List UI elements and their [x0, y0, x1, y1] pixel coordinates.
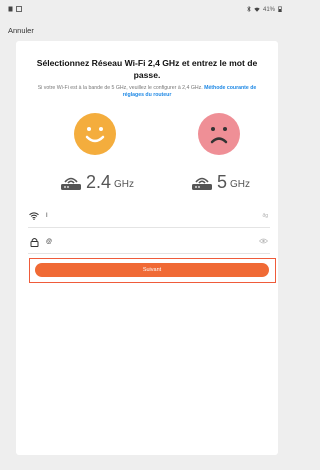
- band-24-unit: GHz: [114, 179, 135, 190]
- wifi-status-icon: [254, 7, 260, 14]
- band-5-value: 5: [217, 172, 228, 192]
- eye-icon[interactable]: [258, 238, 269, 246]
- password-field[interactable]: @: [28, 232, 269, 252]
- battery-percent: 41%: [262, 7, 275, 13]
- wifi-name-hint: ðg: [262, 213, 268, 219]
- router-icon: [190, 173, 214, 191]
- gallery-icon: [16, 6, 22, 14]
- divider: [28, 227, 270, 228]
- wifi-name-value[interactable]: I: [46, 213, 262, 219]
- bluetooth-icon: [247, 5, 251, 14]
- status-left-icons: [8, 6, 22, 14]
- next-button[interactable]: Suivant: [35, 263, 269, 277]
- password-value[interactable]: @: [46, 239, 259, 245]
- battery-icon: [278, 6, 282, 14]
- page-title: Sélectionnez Réseau Wi-Fi 2,4 GHz et ent…: [36, 58, 258, 80]
- band-5-unit: GHz: [230, 179, 251, 190]
- status-right: 41%: [247, 5, 282, 14]
- subtitle-text: Si votre Wi-Fi est à la bande de 5 GHz, …: [37, 85, 203, 91]
- band-24-value: 2.4: [86, 172, 112, 192]
- band-24ghz: 2.4 GHz: [59, 173, 134, 191]
- band-5ghz: 5 GHz: [190, 173, 250, 191]
- status-bar: 41%: [0, 0, 288, 20]
- subtitle: Si votre Wi-Fi est à la bande de 5 GHz, …: [36, 85, 258, 99]
- happy-face-icon: [74, 113, 116, 155]
- wifi-setup-card: Sélectionnez Réseau Wi-Fi 2,4 GHz et ent…: [16, 41, 278, 455]
- cancel-link[interactable]: Annuler: [8, 26, 34, 35]
- sad-face-icon: [198, 113, 240, 155]
- next-button-highlight: Suivant: [29, 258, 276, 283]
- divider: [28, 253, 270, 254]
- router-icon: [59, 173, 83, 191]
- sim-icon: [8, 6, 13, 14]
- wifi-icon: [28, 210, 40, 222]
- lock-icon: [28, 236, 40, 248]
- wifi-name-field[interactable]: I ðg: [28, 206, 268, 226]
